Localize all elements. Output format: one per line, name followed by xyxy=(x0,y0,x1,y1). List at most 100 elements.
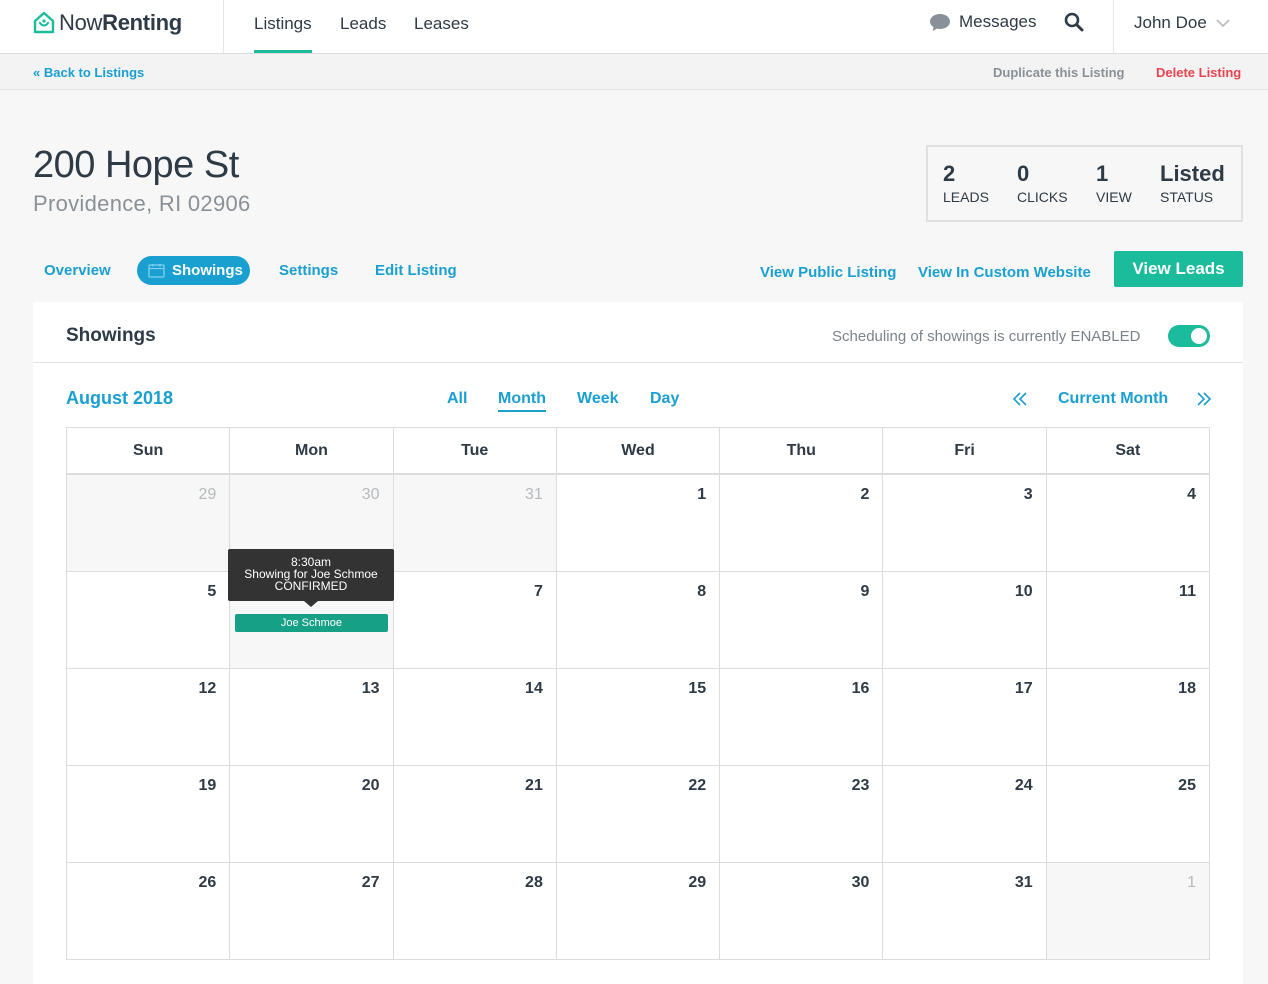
calendar-day-cell[interactable]: 28 xyxy=(393,863,557,960)
tab-overview[interactable]: Overview xyxy=(44,262,111,279)
day-number: 2 xyxy=(860,486,870,503)
calendar-day-cell[interactable]: 3 xyxy=(883,475,1047,572)
messages-link[interactable]: Messages xyxy=(929,12,1036,32)
previous-month-icon[interactable] xyxy=(1013,392,1027,406)
calendar-day-cell[interactable]: 29 xyxy=(556,863,721,960)
day-number: 31 xyxy=(525,486,543,503)
calendar-day-cell[interactable]: 19 xyxy=(67,766,231,863)
calendar-day-cell[interactable]: 21 xyxy=(393,766,557,863)
calendar-day-cell[interactable]: 14 xyxy=(393,669,557,766)
view-public-listing-link[interactable]: View Public Listing xyxy=(760,264,896,281)
day-number: 18 xyxy=(1178,680,1196,697)
listing-stats-box: 2 LEADS 0 CLICKS 1 VIEW Listed STATUS xyxy=(926,145,1243,222)
weekday-header: Sun xyxy=(67,428,231,475)
day-number: 1 xyxy=(697,486,707,503)
tooltip-status: CONFIRMED xyxy=(274,579,348,593)
current-month-button[interactable]: Current Month xyxy=(1058,390,1168,408)
view-custom-website-link[interactable]: View In Custom Website xyxy=(918,264,1091,281)
day-number: 30 xyxy=(851,874,870,891)
day-number: 28 xyxy=(525,874,543,891)
view-week[interactable]: Week xyxy=(577,390,619,408)
panel-title: Showings xyxy=(66,325,156,346)
logo-now: Now xyxy=(59,10,103,35)
calendar-day-cell[interactable]: 15 xyxy=(556,669,721,766)
calendar-day-cell[interactable]: 31 xyxy=(883,863,1047,960)
calendar-day-cell[interactable]: 23 xyxy=(720,766,884,863)
calendar-day-cell[interactable]: 9 xyxy=(720,572,884,669)
calendar-day-cell[interactable]: 18 xyxy=(1046,669,1210,766)
calendar-icon xyxy=(148,264,165,278)
scheduling-toggle[interactable] xyxy=(1168,325,1210,347)
weekday-header: Fri xyxy=(883,428,1047,475)
calendar-day-cell[interactable]: 22 xyxy=(556,766,721,863)
calendar-day-cell[interactable]: 29 xyxy=(67,475,231,572)
calendar-day-cell[interactable]: 16 xyxy=(720,669,884,766)
calendar-day-cell[interactable]: 30 xyxy=(720,863,884,960)
day-number: 30 xyxy=(361,486,380,503)
calendar-day-cell[interactable]: 24 xyxy=(883,766,1047,863)
stat-status: Listed STATUS xyxy=(1160,161,1225,205)
logo-renting: Renting xyxy=(102,10,182,35)
view-month[interactable]: Month xyxy=(498,390,546,412)
calendar-day-cell[interactable]: 26 xyxy=(67,863,231,960)
weekday-header: Tue xyxy=(393,428,557,475)
day-number: 26 xyxy=(198,874,217,891)
showing-event[interactable]: Joe Schmoe xyxy=(235,614,388,632)
calendar-day-cell[interactable]: 17 xyxy=(883,669,1047,766)
day-number: 20 xyxy=(361,777,380,794)
toggle-knob xyxy=(1191,328,1207,344)
calendar-day-cell[interactable]: 1 xyxy=(1046,863,1210,960)
weekday-header: Mon xyxy=(230,428,394,475)
calendar-day-cell[interactable]: 11 xyxy=(1046,572,1210,669)
tab-showings[interactable]: Showings xyxy=(137,256,250,285)
calendar-day-cell[interactable]: 31 xyxy=(393,475,557,572)
calendar-month-title: August 2018 xyxy=(66,388,174,408)
tab-showings-label: Showings xyxy=(172,262,243,279)
nav-leases[interactable]: Leases xyxy=(414,0,469,53)
stat-value: 2 xyxy=(943,161,956,186)
calendar-day-cell[interactable]: 20 xyxy=(230,766,394,863)
calendar-day-cell[interactable]: 2 xyxy=(720,475,884,572)
calendar-day-cell[interactable]: 5 xyxy=(67,572,231,669)
top-navbar: NowRenting Listings Leads Leases Message… xyxy=(0,0,1268,54)
stat-label: CLICKS xyxy=(1017,189,1068,205)
day-number: 7 xyxy=(533,583,543,600)
view-leads-button[interactable]: View Leads xyxy=(1114,251,1243,287)
back-to-listings-link[interactable]: « Back to Listings xyxy=(33,65,144,80)
nav-leads[interactable]: Leads xyxy=(340,0,386,53)
tab-edit-listing[interactable]: Edit Listing xyxy=(375,262,457,279)
duplicate-listing-link[interactable]: Duplicate this Listing xyxy=(993,65,1124,80)
calendar-day-cell[interactable]: 27 xyxy=(230,863,394,960)
stat-views: 1 VIEW xyxy=(1096,161,1132,205)
view-all[interactable]: All xyxy=(447,390,467,408)
view-day[interactable]: Day xyxy=(650,390,679,408)
stat-value: 1 xyxy=(1096,161,1109,186)
showings-panel-header: Showings Scheduling of showings is curre… xyxy=(33,302,1243,363)
tab-settings[interactable]: Settings xyxy=(279,262,338,279)
day-number: 5 xyxy=(207,583,217,600)
weekday-header: Wed xyxy=(556,428,721,475)
day-number: 23 xyxy=(851,777,870,794)
event-tooltip: 8:30am Showing for Joe Schmoe CONFIRMED xyxy=(228,549,394,607)
nav-divider xyxy=(1113,0,1114,53)
stat-leads: 2 LEADS xyxy=(943,161,989,205)
calendar-day-cell[interactable]: 10 xyxy=(883,572,1047,669)
nav-listings[interactable]: Listings xyxy=(254,0,312,53)
calendar-day-cell[interactable]: 1 xyxy=(556,475,721,572)
calendar-day-cell[interactable]: 8 xyxy=(556,572,721,669)
calendar-day-cell[interactable]: 25 xyxy=(1046,766,1210,863)
next-month-icon[interactable] xyxy=(1197,392,1211,406)
logo[interactable]: NowRenting xyxy=(33,9,182,37)
calendar-grid: SunMonTueWedThuFriSat 293031123456Joe Sc… xyxy=(66,427,1210,960)
house-logo-icon xyxy=(33,11,55,34)
day-number: 29 xyxy=(688,874,707,891)
search-button[interactable] xyxy=(1064,12,1084,39)
calendar-day-cell[interactable]: 4 xyxy=(1046,475,1210,572)
calendar-day-cell[interactable]: 13 xyxy=(230,669,394,766)
calendar-day-cell[interactable]: 7 xyxy=(393,572,557,669)
stat-label: LEADS xyxy=(943,189,989,205)
user-menu[interactable]: John Doe xyxy=(1134,13,1230,33)
calendar-day-cell[interactable]: 12 xyxy=(67,669,231,766)
listing-subbar: « Back to Listings Duplicate this Listin… xyxy=(0,54,1268,90)
delete-listing-link[interactable]: Delete Listing xyxy=(1156,65,1241,80)
